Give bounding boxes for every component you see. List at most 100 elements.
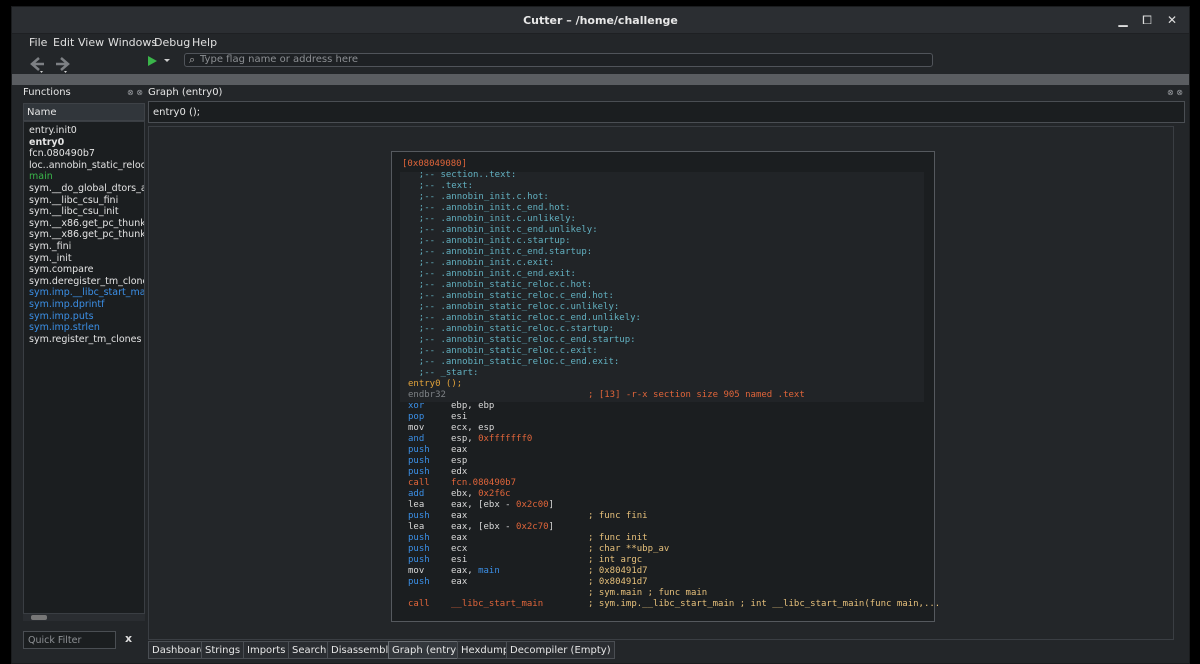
operand-part: eax, [ebx - — [451, 500, 517, 510]
mnemonic: push — [408, 456, 430, 466]
tab-decompiler-empty[interactable]: Decompiler (Empty) — [506, 641, 615, 659]
function-item[interactable]: sym.imp.dprintf — [29, 299, 105, 310]
function-item[interactable]: sym.imp.__libc_start_main — [29, 287, 144, 298]
menu-file[interactable]: File — [29, 36, 47, 49]
operand-part: eax — [451, 577, 468, 587]
flag-comment-line: ;-- .annobin_init.c_end.hot: — [418, 203, 571, 213]
flag-search-input[interactable]: ⌕ Type flag name or address here — [184, 53, 933, 67]
instruction-line[interactable]: pop esi — [408, 412, 588, 423]
graph-title: Graph (entry0) — [148, 87, 223, 98]
function-item[interactable]: sym.__libc_csu_fini — [29, 195, 118, 206]
operands: eax — [451, 445, 588, 456]
function-item[interactable]: main — [29, 171, 53, 182]
operands: eax — [451, 533, 588, 544]
flag-comment-line: ;-- .annobin_static_reloc.c_end.hot: — [418, 291, 614, 301]
functions-list[interactable]: entry.init0 entry0 fcn.080490b7 loc..annobi… — [23, 121, 145, 615]
operand-part: ebp, ebp — [451, 401, 495, 411]
instruction-line[interactable]: call __libc_start_main ; sym.imp.__libc_st… — [408, 599, 940, 610]
instruction-line[interactable]: push eax ; 0x80491d7 — [408, 577, 648, 588]
function-item[interactable]: sym.deregister_tm_clones — [29, 276, 144, 287]
tab-search[interactable]: Search — [288, 641, 331, 659]
function-item[interactable]: entry0 — [29, 137, 64, 148]
function-item[interactable]: sym._fini — [29, 241, 71, 252]
mnemonic: push — [408, 577, 430, 587]
minimize-button[interactable]: ▁ — [1116, 13, 1130, 27]
graph-address-line[interactable]: entry0 (); — [148, 101, 1185, 123]
operands: eax — [451, 577, 588, 588]
operand-part: main — [478, 566, 500, 576]
function-item[interactable]: entry.init0 — [29, 125, 77, 136]
toolbar-divider-strip — [12, 74, 1189, 85]
graph-view[interactable]: [0x08049080] ;-- section..text: ;-- .text… — [148, 126, 1174, 640]
instruction-line[interactable]: mov eax, main; 0x80491d7 — [408, 566, 648, 577]
operand-part: ecx, esp — [451, 423, 495, 433]
instruction-line[interactable]: push eax — [408, 445, 588, 456]
instruction-line[interactable]: push ecx ; char **ubp_av — [408, 544, 669, 555]
scrollbar-thumb[interactable] — [31, 615, 47, 620]
instruction-comment: ; 0x80491d7 — [588, 577, 648, 587]
menu-debug[interactable]: Debug — [154, 36, 190, 49]
instruction-line[interactable]: push edx — [408, 467, 588, 478]
operand-part: 0x2c00 — [516, 500, 549, 510]
instruction-line[interactable]: xor ebp, ebp — [408, 401, 588, 412]
function-item[interactable]: sym.__x86.get_pc_thunk.bx — [29, 229, 144, 240]
instruction-comment: ; func init — [588, 533, 648, 543]
flag-comment-line: ;-- .annobin_init.c_end.startup: — [418, 247, 593, 257]
flag-comment-line: ;-- .annobin_static_reloc.c.unlikely: — [418, 302, 620, 312]
tab-strings[interactable]: Strings — [201, 641, 245, 659]
instruction-line[interactable]: endbr32 ; [13] -r-x section size 905 name… — [408, 390, 805, 401]
quick-filter-input[interactable]: Quick Filter — [23, 631, 116, 649]
tab-imports[interactable]: Imports — [243, 641, 290, 659]
menu-view[interactable]: View — [78, 36, 104, 49]
maximize-button[interactable]: ⧠ — [1140, 13, 1154, 27]
clear-filter-button[interactable]: x — [125, 632, 132, 645]
mnemonic: lea — [408, 522, 425, 532]
app-window: Cutter – /home/challenge ▁ ⧠ ✕ File Edit… — [11, 6, 1190, 664]
mnemonic: push — [408, 544, 430, 554]
instruction-line[interactable]: add ebx, 0x2f6c — [408, 489, 588, 500]
tab-hexdump[interactable]: Hexdump — [457, 641, 514, 659]
operands: esi — [451, 412, 588, 423]
back-button[interactable] — [27, 54, 49, 74]
function-item[interactable]: loc..annobin_static_reloc.c — [29, 160, 144, 171]
operand-part: 0x2c70 — [516, 522, 549, 532]
mnemonic: pop — [408, 412, 425, 422]
menu-edit[interactable]: Edit — [53, 36, 74, 49]
function-item[interactable]: sym.imp.strlen — [29, 322, 100, 333]
instruction-line[interactable]: call fcn.080490b7 — [408, 478, 588, 489]
horizontal-scrollbar[interactable] — [23, 613, 145, 621]
mnemonic: push — [408, 445, 430, 455]
search-icon: ⌕ — [189, 53, 196, 66]
menu-help[interactable]: Help — [192, 36, 217, 49]
flag-comment-line: ;-- section..text: — [418, 170, 517, 180]
function-item[interactable]: fcn.080490b7 — [29, 148, 95, 159]
instruction-line[interactable]: lea eax, [ebx - 0x2c00] — [408, 500, 588, 511]
instruction-line[interactable]: push eax ; func fini — [408, 511, 648, 522]
dock-buttons[interactable]: ⊗ ⊗ — [1167, 88, 1183, 97]
function-item[interactable]: sym.__x86.get_pc_thunk.bp — [29, 218, 144, 229]
flag-comment-line: ;-- .annobin_init.c.exit: — [418, 258, 555, 268]
instruction-line[interactable]: lea eax, [ebx - 0x2c70] — [408, 522, 588, 533]
instruction-line[interactable]: push eax ; func init — [408, 533, 648, 544]
function-item[interactable]: sym.register_tm_clones — [29, 334, 141, 345]
function-item[interactable]: sym.__libc_csu_init — [29, 206, 119, 217]
function-item[interactable]: sym.imp.puts — [29, 311, 94, 322]
function-item[interactable]: sym.__do_global_dtors_aux — [29, 183, 144, 194]
vertical-scrollbar[interactable] — [1175, 126, 1185, 640]
dock-buttons[interactable]: ⊗ ⊗ — [127, 88, 143, 97]
run-button[interactable] — [145, 54, 170, 74]
function-item[interactable]: sym._init — [29, 253, 72, 264]
node-address: [0x08049080] — [402, 159, 468, 169]
function-item[interactable]: sym.compare — [29, 264, 94, 275]
graph-node-block[interactable]: [0x08049080] ;-- section..text: ;-- .text… — [391, 151, 940, 622]
instruction-line[interactable]: ; sym.main ; func main — [408, 588, 707, 599]
instruction-line[interactable]: push esi ; int argc — [408, 555, 642, 566]
menu-windows[interactable]: Windows — [108, 36, 157, 49]
column-header-name[interactable]: Name — [23, 103, 145, 121]
instruction-line[interactable]: push esp — [408, 456, 588, 467]
instruction-line[interactable]: and esp, 0xfffffff0 — [408, 434, 588, 445]
close-button[interactable]: ✕ — [1165, 13, 1179, 27]
instruction-line[interactable]: mov ecx, esp — [408, 423, 588, 434]
flag-comment-line: ;-- .annobin_static_reloc.c_end.unlikely… — [418, 313, 641, 323]
forward-button[interactable] — [51, 54, 73, 74]
